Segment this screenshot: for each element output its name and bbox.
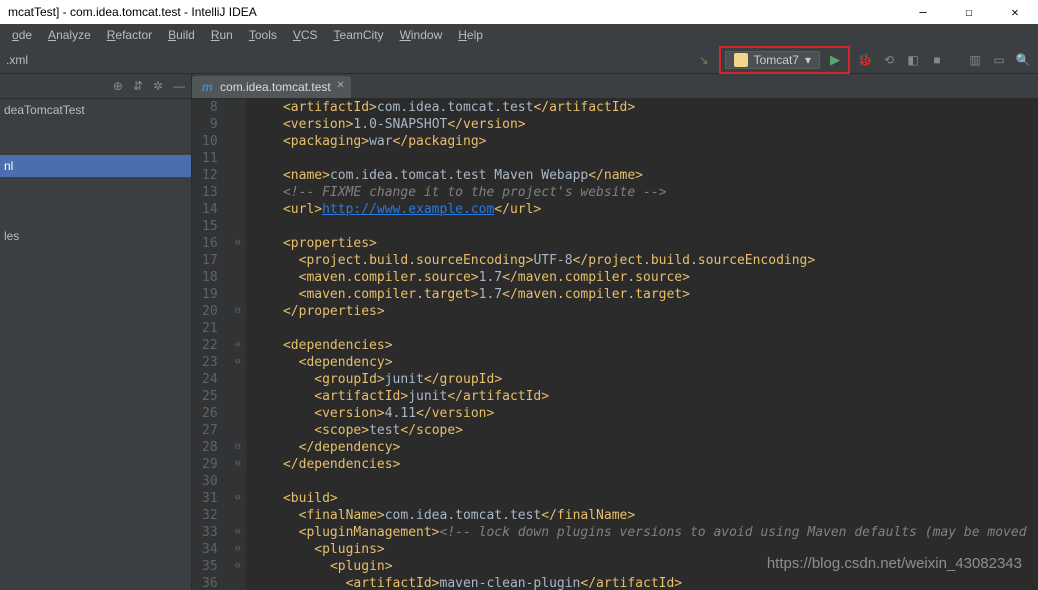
- tab-label: com.idea.tomcat.test: [220, 80, 331, 94]
- code-body[interactable]: <artifactId>com.idea.tomcat.test</artifa…: [246, 99, 1038, 590]
- menu-ode[interactable]: ode: [6, 26, 38, 44]
- breadcrumb[interactable]: .xml: [6, 53, 28, 67]
- maximize-button[interactable]: ☐: [954, 5, 984, 19]
- close-button[interactable]: ✕: [1000, 5, 1030, 19]
- select-opened-file-icon[interactable]: ⊕: [113, 79, 123, 93]
- menu-help[interactable]: Help: [452, 26, 489, 44]
- editor-tabs: m com.idea.tomcat.test ✕: [192, 74, 1038, 99]
- menu-tools[interactable]: Tools: [243, 26, 283, 44]
- project-structure-icon[interactable]: ▥: [966, 51, 984, 69]
- fold-gutter[interactable]: ⊖⊟⊖⊖⊟⊟⊖⊖⊖⊖: [230, 99, 246, 590]
- maven-file-icon: m: [202, 80, 213, 94]
- menu-teamcity[interactable]: TeamCity: [328, 26, 390, 44]
- run-config-highlight: Tomcat7 ▾ ▶: [719, 46, 850, 74]
- run-config-selector[interactable]: Tomcat7 ▾: [725, 51, 820, 69]
- menu-vcs[interactable]: VCS: [287, 26, 324, 44]
- menu-refactor[interactable]: Refactor: [101, 26, 158, 44]
- project-tool-window: ⊕ ⇵ ✲ — deaTomcatTest nl les: [0, 74, 192, 590]
- menu-build[interactable]: Build: [162, 26, 201, 44]
- menubar: odeAnalyzeRefactorBuildRunToolsVCSTeamCi…: [0, 24, 1038, 46]
- tree-root[interactable]: deaTomcatTest: [0, 99, 191, 121]
- close-icon[interactable]: ✕: [336, 80, 344, 91]
- run-with-coverage-button[interactable]: ⟲: [880, 51, 898, 69]
- code-editor[interactable]: 8910111213141516171819202122232425262728…: [192, 99, 1038, 590]
- editor-tab[interactable]: m com.idea.tomcat.test ✕: [192, 76, 351, 98]
- line-numbers: 8910111213141516171819202122232425262728…: [192, 99, 230, 590]
- gear-icon[interactable]: ✲: [153, 79, 163, 93]
- run-config-label: Tomcat7: [754, 53, 799, 67]
- run-button[interactable]: ▶: [826, 51, 844, 69]
- expand-all-icon[interactable]: ⇵: [133, 79, 143, 93]
- editor-area: m com.idea.tomcat.test ✕ 891011121314151…: [192, 74, 1038, 590]
- search-icon[interactable]: 🔍: [1014, 51, 1032, 69]
- menu-window[interactable]: Window: [394, 26, 449, 44]
- build-icon[interactable]: ↘: [695, 51, 713, 69]
- tree-item-selected[interactable]: nl: [0, 155, 191, 177]
- profiler-button[interactable]: ◧: [904, 51, 922, 69]
- window-title: mcatTest] - com.idea.tomcat.test - Intel…: [8, 5, 257, 19]
- menu-run[interactable]: Run: [205, 26, 239, 44]
- settings-icon[interactable]: ▭: [990, 51, 1008, 69]
- stop-button[interactable]: ■: [928, 51, 946, 69]
- menu-analyze[interactable]: Analyze: [42, 26, 97, 44]
- chevron-down-icon: ▾: [805, 53, 811, 67]
- tree-item[interactable]: les: [0, 225, 191, 247]
- navbar: .xml ↘ Tomcat7 ▾ ▶ 🐞 ⟲ ◧ ■ ▥ ▭ 🔍: [0, 46, 1038, 74]
- tomcat-icon: [734, 53, 748, 67]
- hide-icon[interactable]: —: [173, 79, 185, 93]
- titlebar: mcatTest] - com.idea.tomcat.test - Intel…: [0, 0, 1038, 24]
- minimize-button[interactable]: —: [908, 5, 938, 19]
- debug-button[interactable]: 🐞: [856, 51, 874, 69]
